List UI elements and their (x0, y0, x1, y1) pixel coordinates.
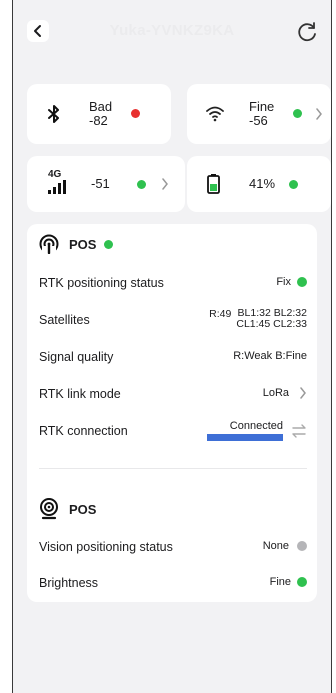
brightness-status-dot (297, 577, 307, 587)
rtk-section-title: POS (69, 236, 97, 252)
brightness-row: Brightness Fine (39, 574, 307, 594)
row-label: RTK link mode (39, 387, 121, 401)
brightness-value: Fine (269, 576, 291, 588)
vision-status-dot (297, 541, 307, 551)
vision-positioning-status-value: None (262, 540, 289, 552)
bluetooth-tile: Bad -82 (27, 84, 171, 144)
rtk-status-dot (104, 239, 114, 249)
swap-arrows-icon[interactable] (291, 423, 307, 438)
device-title: Yuka-YVNKZ9KA (109, 22, 235, 39)
wifi-icon (206, 106, 224, 122)
cellular-status-dot (137, 180, 146, 189)
wifi-value: -56 (249, 113, 268, 128)
cellular-signal-icon: 4G (47, 170, 71, 196)
signal-quality-value: R:Weak B:Fine (233, 350, 307, 362)
top-bar: Yuka-YVNKZ9KA (13, 0, 331, 64)
satellites-cl-value: CL1:45 CL2:33 (236, 318, 307, 330)
chevron-right-icon (162, 178, 168, 190)
connection-strength-bar (207, 434, 283, 441)
bluetooth-status-dot (131, 109, 140, 118)
cellular-tile[interactable]: 4G -51 (27, 156, 185, 212)
signal-quality-row: Signal quality R:Weak B:Fine (39, 348, 307, 368)
rtk-positioning-status-value: Fix (276, 276, 291, 288)
cellular-value: -51 (91, 176, 110, 191)
app-screen: Yuka-YVNKZ9KA Bad -82 Fine -56 4G -51 41… (12, 0, 332, 693)
antenna-signal-icon (39, 234, 59, 254)
battery-tile: 41% (187, 156, 331, 212)
rtk-connection-value: Connected (229, 420, 283, 432)
refresh-icon[interactable] (295, 20, 319, 44)
bluetooth-value: -82 (89, 113, 108, 128)
row-label: Signal quality (39, 350, 114, 364)
network-badge: 4G (48, 169, 62, 180)
chevron-left-icon (34, 25, 41, 37)
satellites-row: Satellites R:49 BL1:32 BL2:32 CL1:45 CL2… (39, 308, 307, 338)
bluetooth-status: Bad (89, 99, 113, 114)
satellites-r-value: R:49 (209, 308, 232, 320)
wifi-tile[interactable]: Fine -56 (187, 84, 331, 144)
row-label: Satellites (39, 313, 90, 327)
bluetooth-icon (48, 105, 59, 123)
camera-lens-icon (40, 498, 58, 520)
rtk-link-mode-row[interactable]: RTK link mode LoRa (39, 385, 307, 405)
battery-icon (207, 174, 220, 194)
chevron-right-icon (300, 387, 306, 399)
battery-value: 41% (249, 176, 276, 191)
wifi-status: Fine (249, 99, 275, 114)
section-divider (39, 468, 307, 469)
rtk-positioning-status-row: RTK positioning status Fix (39, 274, 307, 294)
battery-status-dot (289, 180, 298, 189)
fix-status-dot (297, 277, 307, 287)
rtk-connection-row[interactable]: RTK connection Connected (39, 420, 307, 446)
vision-positioning-status-row: Vision positioning status None (39, 538, 307, 558)
row-label: Vision positioning status (39, 540, 173, 554)
back-button[interactable] (27, 20, 49, 42)
positioning-card: POS RTK positioning status Fix Satellite… (27, 224, 317, 602)
rtk-link-mode-value: LoRa (262, 387, 289, 399)
row-label: RTK positioning status (39, 276, 164, 290)
row-label: RTK connection (39, 424, 128, 438)
wifi-status-dot (293, 109, 302, 118)
chevron-right-icon (316, 108, 322, 120)
row-label: Brightness (39, 576, 99, 590)
vision-section-title: POS (69, 501, 97, 517)
vision-section-header: POS (39, 498, 104, 520)
rtk-section-header: POS (39, 234, 114, 254)
